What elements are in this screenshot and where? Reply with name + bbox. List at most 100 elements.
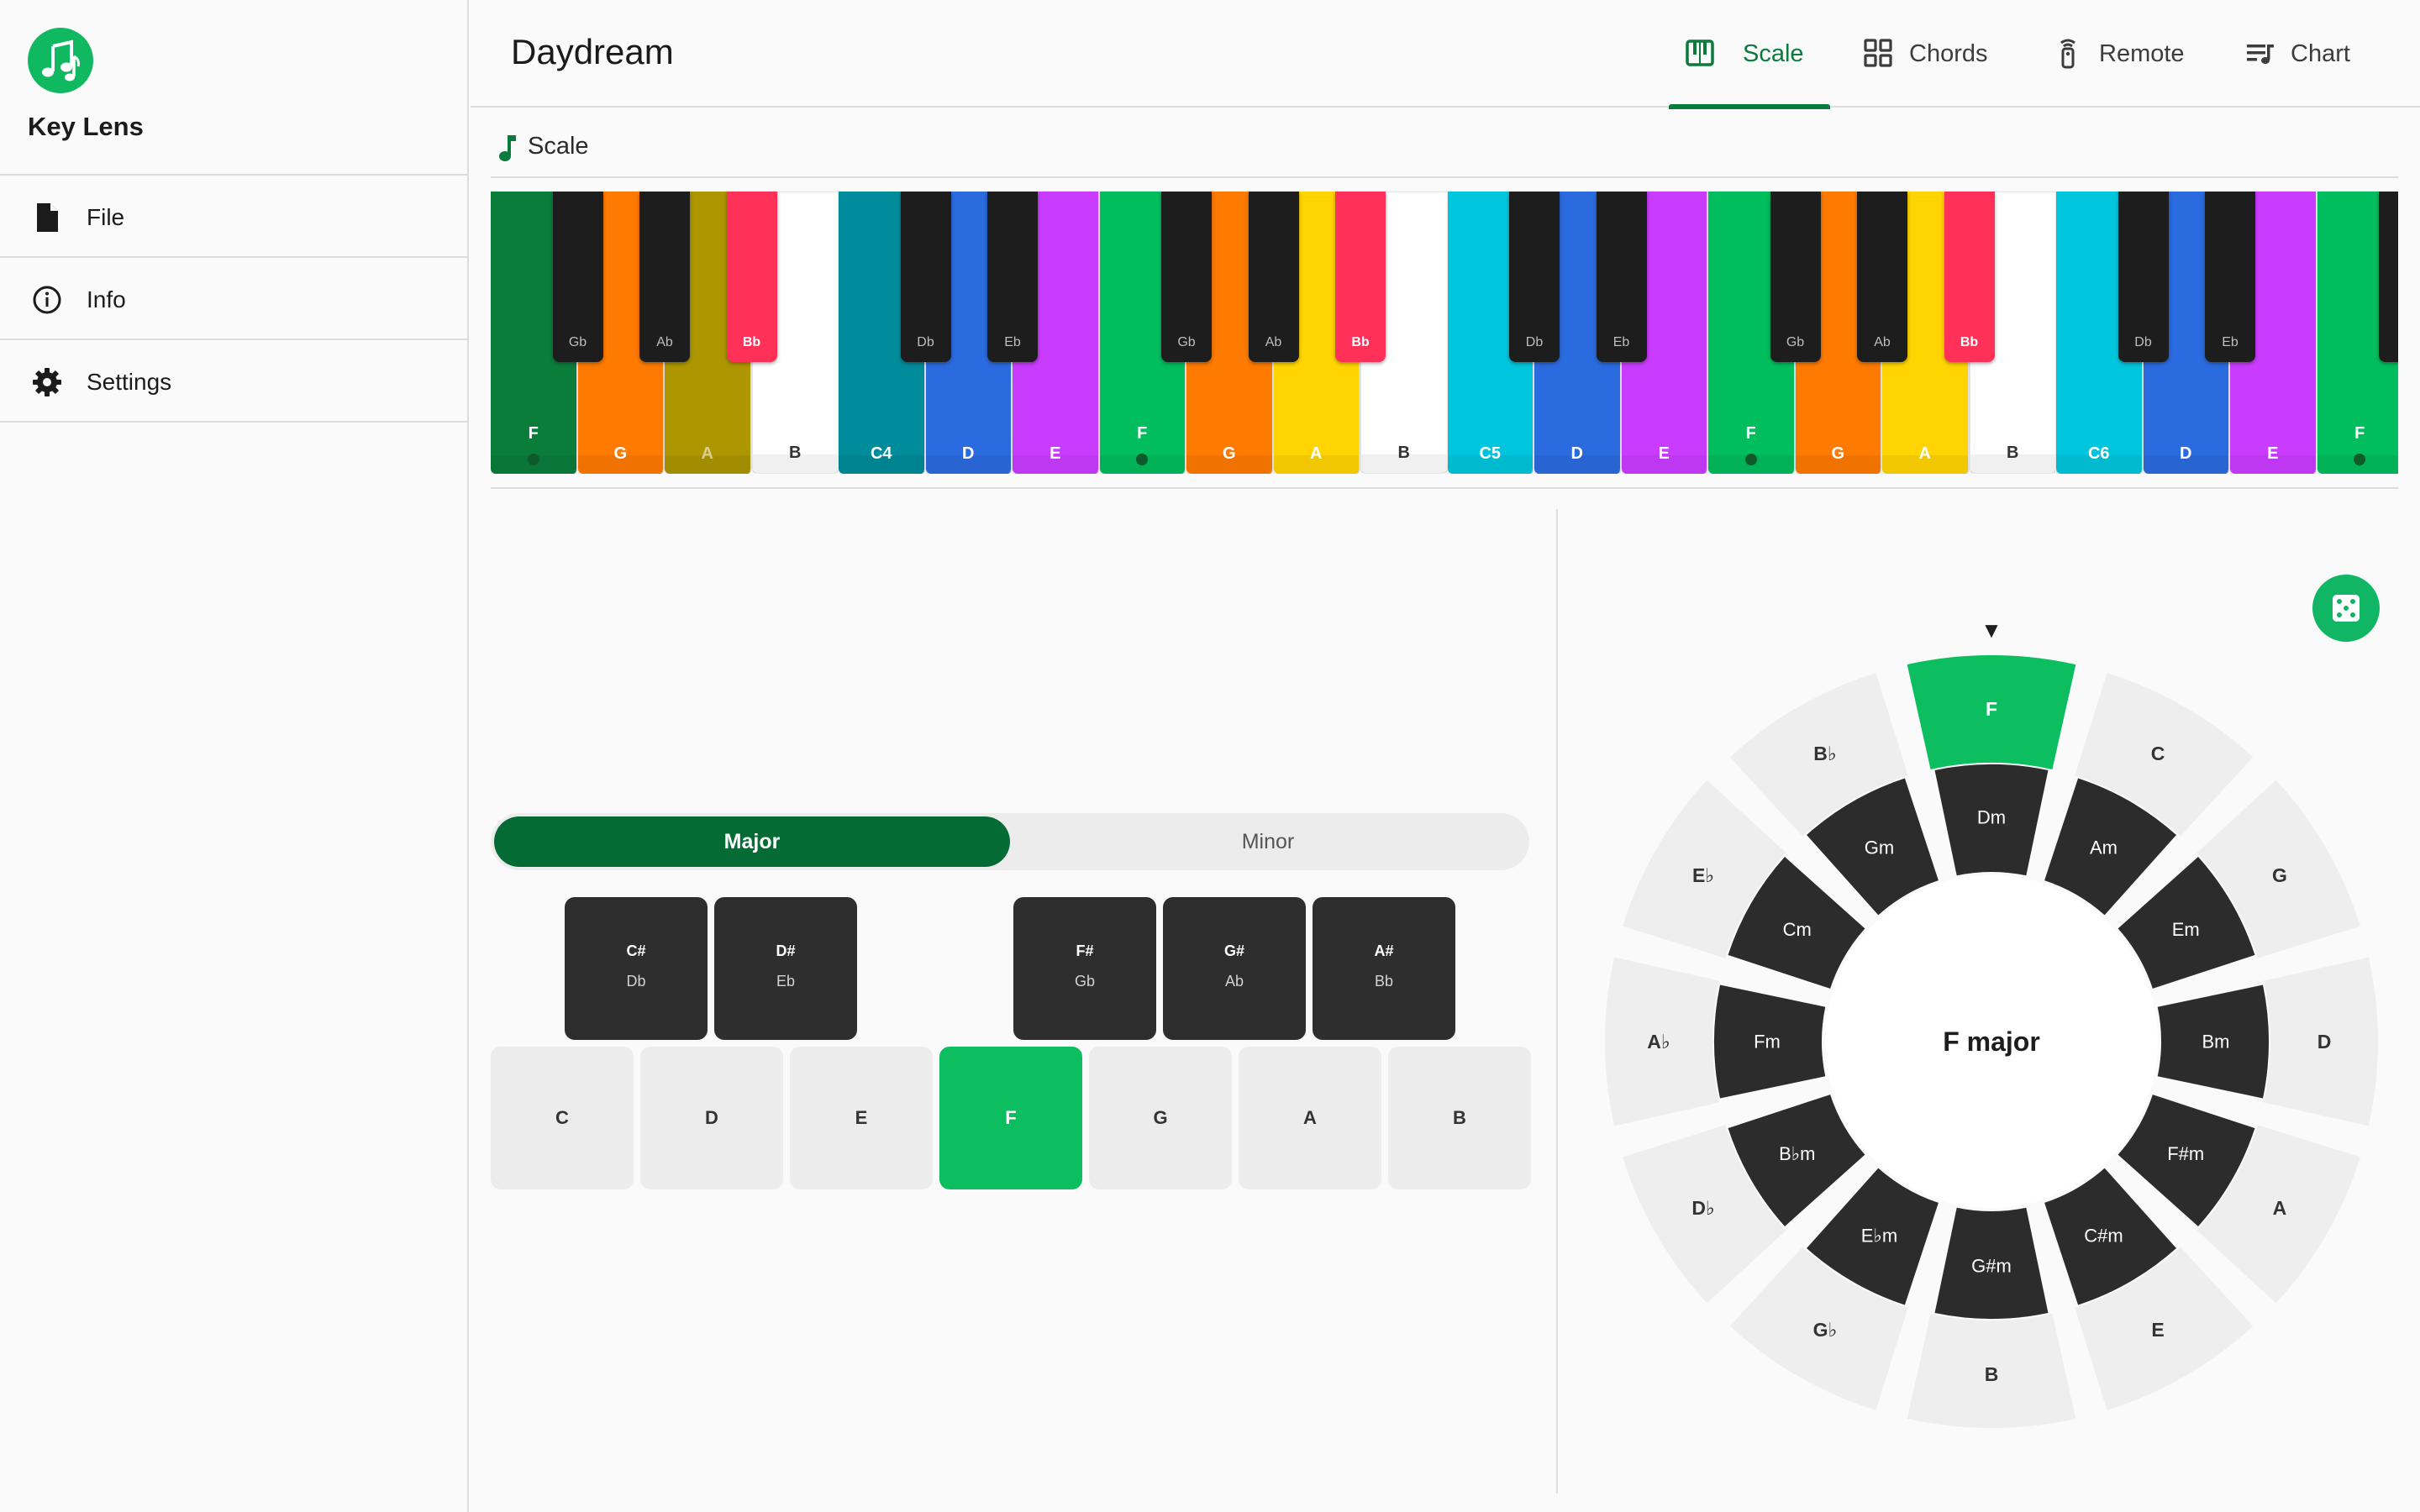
key-label: F	[528, 424, 539, 443]
root-button-a[interactable]: A	[1239, 1047, 1381, 1189]
root-button-sharp[interactable]: C# Db	[565, 897, 708, 1040]
key-label: Ab	[1265, 335, 1282, 349]
selected-key-label: F major	[1943, 1026, 2040, 1057]
minor-mode-button[interactable]: Minor	[1010, 816, 1526, 867]
root-button-sharp[interactable]: A# Bb	[1313, 897, 1455, 1040]
piano-black-key[interactable]: Bb	[726, 192, 777, 362]
tab-remote[interactable]: Remote	[2052, 0, 2195, 108]
key-label: Bb	[1351, 335, 1370, 349]
sidebar-item-file[interactable]: File	[0, 176, 467, 258]
piano-black-key[interactable]: G	[2379, 192, 2398, 362]
piano-black-key[interactable]: Gb	[1770, 192, 1821, 362]
flat-label: Bb	[1374, 973, 1394, 990]
key-label: C6	[2087, 444, 2110, 463]
root-marker-dot	[1744, 454, 1757, 465]
key-label: D	[2180, 444, 2192, 463]
root-button-e[interactable]: E	[790, 1047, 933, 1189]
sidebar-item-label: Info	[87, 286, 126, 312]
info-icon	[33, 286, 61, 314]
key-label: Eb	[1004, 335, 1021, 349]
key-label: Eb	[1612, 335, 1630, 349]
minor-key-label: G#m	[1971, 1256, 2012, 1277]
root-button-sharp[interactable]: D# Eb	[714, 897, 857, 1040]
sidebar-item-label: Settings	[87, 369, 172, 395]
circle-of-fifths: F Dm C Am G Em D Bm A F#m E C#m B G#m G♭ E♭m D♭ B♭m A♭ Fm E♭…	[1597, 605, 2386, 1478]
piano-icon	[1686, 39, 1714, 66]
piano-black-key[interactable]: Eb	[2205, 192, 2255, 362]
minor-key-label: E♭m	[1861, 1226, 1897, 1247]
piano-black-key[interactable]: Eb	[987, 192, 1038, 362]
remote-icon	[2060, 39, 2075, 69]
piano-black-key[interactable]: Db	[2118, 192, 2169, 362]
sidebar: Key Lens File Info Settings	[0, 0, 469, 1512]
root-marker-dot	[527, 454, 539, 465]
minor-key-label: Dm	[1977, 807, 2006, 828]
divider	[491, 487, 2398, 489]
key-label: B	[2007, 444, 2019, 462]
piano-black-key[interactable]: Bb	[1944, 192, 1995, 362]
minor-key-label: C#m	[2084, 1226, 2123, 1247]
minor-key-label: B♭m	[1779, 1143, 1815, 1164]
major-key-label: B♭	[1813, 743, 1836, 764]
root-button-sharp[interactable]: G# Ab	[1163, 897, 1306, 1040]
flat-label: Db	[626, 973, 646, 990]
chart-list-icon	[2247, 45, 2274, 64]
root-button-b[interactable]: B	[1388, 1047, 1531, 1189]
header: Daydream Scale Chords Remote Chart	[471, 0, 2420, 109]
key-label: G	[2379, 335, 2398, 350]
scale-section-header: Scale	[491, 126, 2398, 178]
piano-black-key[interactable]: Gb	[1161, 192, 1212, 362]
major-key-label: G	[2272, 864, 2287, 886]
minor-key-label: Am	[2090, 837, 2118, 858]
key-label: Bb	[1960, 335, 1979, 349]
sidebar-item-info[interactable]: Info	[0, 258, 467, 340]
piano-black-key[interactable]: Bb	[1335, 192, 1386, 362]
sharp-label: A#	[1374, 942, 1394, 959]
root-button-g[interactable]: G	[1089, 1047, 1232, 1189]
sharp-label: G#	[1223, 942, 1244, 959]
piano-black-key[interactable]: Gb	[552, 192, 603, 362]
root-button-c[interactable]: C	[491, 1047, 634, 1189]
brand: Key Lens	[0, 0, 467, 176]
tab-label: Scale	[1743, 40, 1804, 67]
piano-black-key[interactable]: Db	[900, 192, 951, 362]
file-icon	[37, 203, 58, 232]
root-button-sharp[interactable]: F# Gb	[1013, 897, 1156, 1040]
key-label: A	[1918, 444, 1931, 463]
key-label: Ab	[656, 335, 673, 349]
major-key-label: E♭	[1692, 864, 1714, 886]
major-mode-button[interactable]: Major	[494, 816, 1010, 867]
mode-toggle: Major Minor	[491, 813, 1529, 870]
root-button-d[interactable]: D	[640, 1047, 783, 1189]
piano-black-key[interactable]: Ab	[639, 192, 690, 362]
root-button-f[interactable]: F	[939, 1047, 1082, 1189]
piano-black-key[interactable]: Db	[1509, 192, 1560, 362]
key-label: C4	[870, 444, 892, 463]
key-label: Eb	[2222, 335, 2238, 349]
major-key-label: F	[1986, 698, 1997, 720]
piano-black-key[interactable]: Ab	[1857, 192, 1907, 362]
key-label: Db	[2134, 335, 2152, 349]
major-key-label: E	[2151, 1319, 2164, 1341]
key-label: F	[1137, 424, 1148, 443]
tab-scale[interactable]: Scale	[1669, 0, 1830, 109]
key-label: Gb	[568, 335, 587, 349]
page-title: Daydream	[511, 32, 674, 71]
key-label: Db	[1525, 335, 1544, 349]
key-label: Gb	[1177, 335, 1196, 349]
major-key-label: A	[2273, 1197, 2287, 1219]
major-key-label: G♭	[1813, 1319, 1838, 1341]
key-label: Bb	[742, 335, 761, 349]
piano-black-key[interactable]: Eb	[1596, 192, 1647, 362]
flat-label: Gb	[1074, 973, 1095, 990]
tab-chords[interactable]: Chords	[1862, 0, 2005, 108]
minor-key-label: Fm	[1754, 1032, 1781, 1053]
grid-icon	[1864, 39, 1892, 67]
sidebar-item-settings[interactable]: Settings	[0, 340, 467, 423]
key-label: C5	[1479, 444, 1502, 463]
key-label: Ab	[1874, 335, 1891, 349]
minor-key-label: Bm	[2202, 1032, 2230, 1053]
tab-chart[interactable]: Chart	[2244, 0, 2378, 108]
piano-black-key[interactable]: Ab	[1248, 192, 1299, 362]
key-label: F	[1745, 424, 1756, 443]
